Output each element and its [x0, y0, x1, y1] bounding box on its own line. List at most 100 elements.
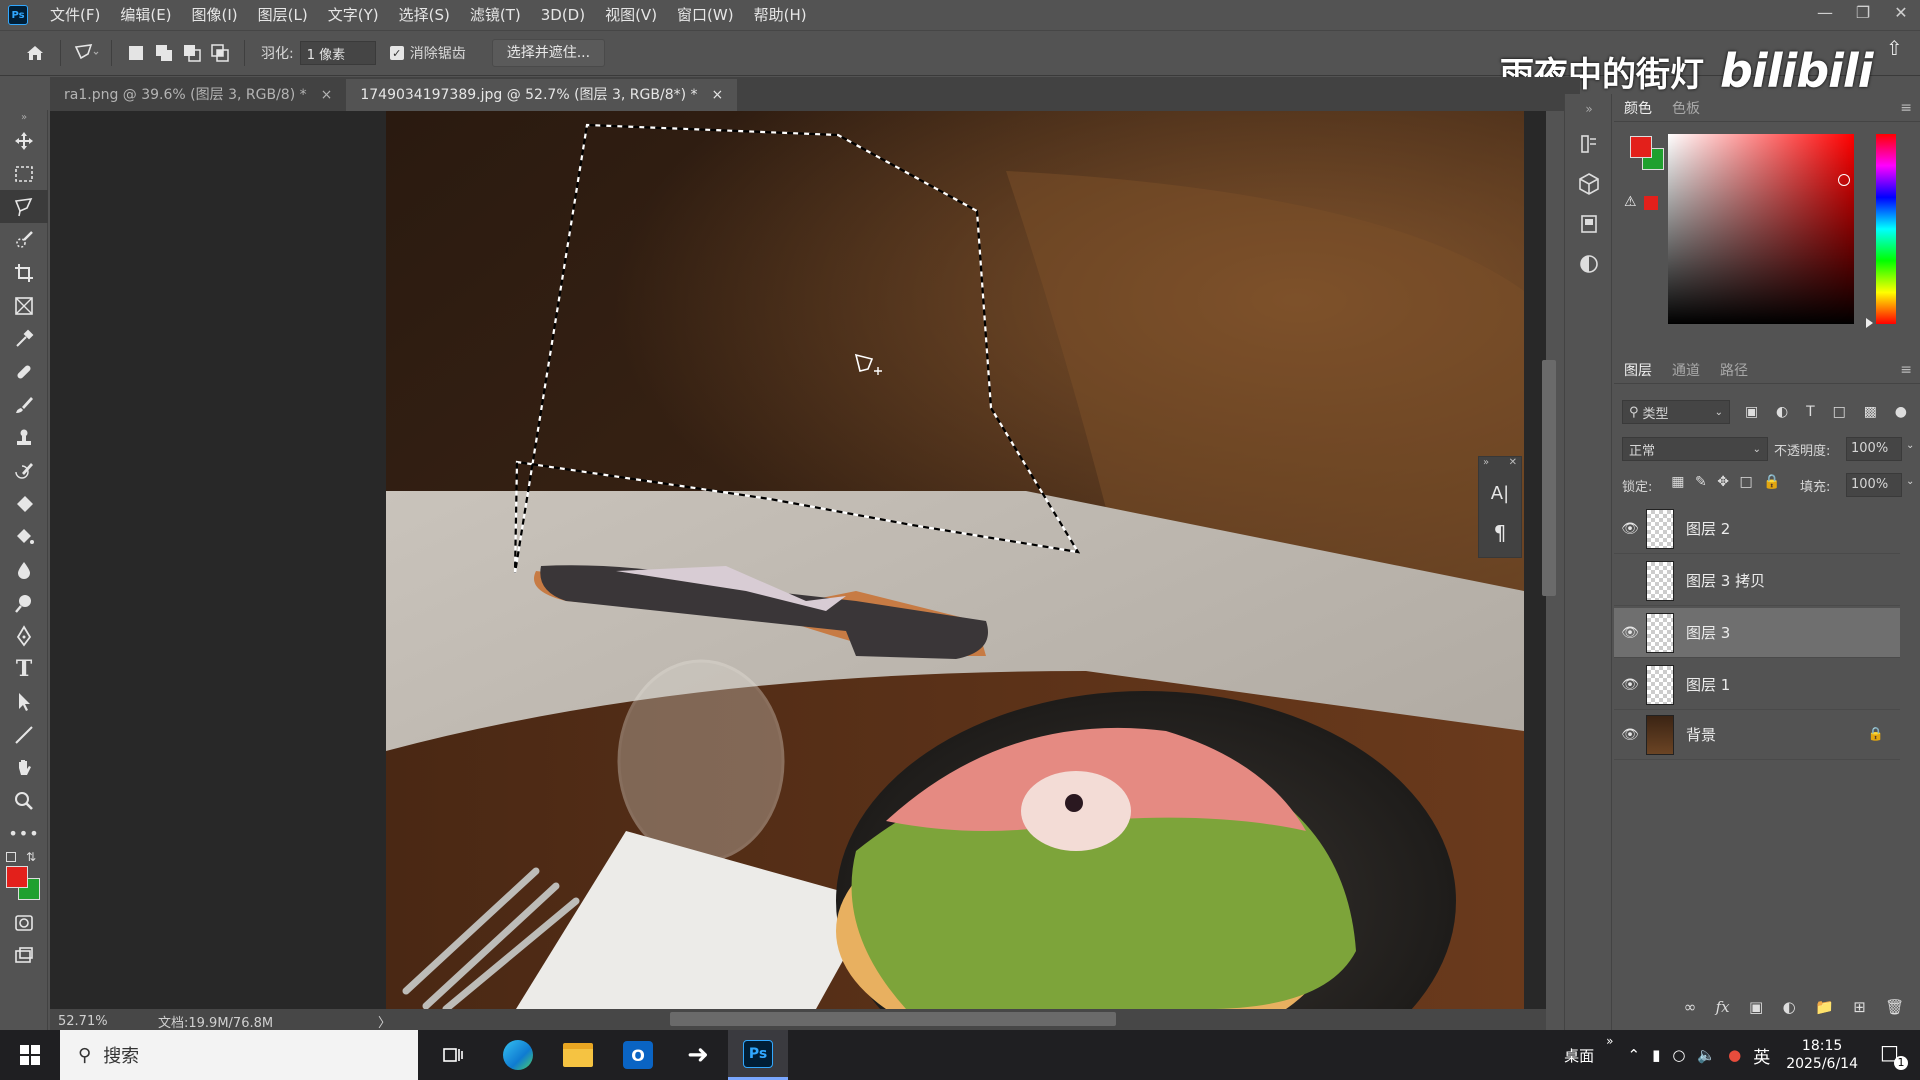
blend-mode-select[interactable]: 正常 ⌄ — [1622, 437, 1768, 461]
fill-input[interactable]: 100% — [1846, 473, 1902, 497]
document-canvas[interactable] — [386, 111, 1524, 1009]
collapse-icon[interactable]: » — [0, 110, 48, 124]
screen-mode-icon[interactable] — [0, 939, 48, 972]
add-mask-icon[interactable]: ▣ — [1749, 998, 1763, 1022]
antivirus-icon[interactable]: ● — [1728, 1046, 1741, 1064]
move-tool-icon[interactable] — [0, 124, 48, 157]
layer-filter-select[interactable]: ⚲ 类型 ⌄ — [1622, 400, 1730, 424]
color-panel-menu-icon[interactable]: ≡ — [1900, 100, 1912, 116]
canvas-area[interactable] — [50, 111, 1546, 1009]
menu-edit[interactable]: 编辑(E) — [110, 0, 181, 30]
adjustments-panel-icon[interactable] — [1565, 244, 1613, 284]
3d-panel-icon[interactable] — [1565, 164, 1613, 204]
more-tools-icon[interactable]: ••• — [0, 817, 48, 850]
ime-indicator[interactable]: 英 — [1753, 1043, 1770, 1068]
clone-stamp-tool-icon[interactable] — [0, 421, 48, 454]
vertical-scrollbar[interactable] — [1542, 360, 1556, 596]
layer-name[interactable]: 图层 3 拷贝 — [1686, 570, 1900, 591]
tab-active-document[interactable]: 1749034197389.jpg @ 52.7% (图层 3, RGB/8*)… — [346, 79, 738, 111]
share-icon[interactable]: ⇧ — [1886, 36, 1903, 60]
lock-image-icon[interactable]: ✎ — [1695, 474, 1707, 494]
visibility-eye-icon[interactable]: 👁 — [1614, 521, 1646, 537]
layer-name[interactable]: 图层 1 — [1686, 674, 1900, 695]
tab-ra1[interactable]: ra1.png @ 39.6% (图层 3, RGB/8) * × — [50, 79, 346, 111]
filter-smart-object-icon[interactable]: ▩ — [1864, 404, 1877, 420]
add-to-selection-icon[interactable] — [150, 39, 178, 67]
photoshop-logo-icon[interactable]: Ps — [8, 5, 28, 25]
visibility-eye-icon[interactable]: 👁 — [1614, 727, 1646, 743]
desktop-label[interactable]: 桌面 — [1564, 1045, 1594, 1066]
tab-paths[interactable]: 路径 — [1710, 360, 1758, 380]
color-picker-field[interactable] — [1668, 134, 1854, 324]
layer-row[interactable]: 👁 图层 1 — [1614, 660, 1900, 710]
antialias-checkbox[interactable]: ✓ — [389, 46, 404, 60]
visibility-eye-icon[interactable]: 👁 — [1614, 625, 1646, 641]
menu-type[interactable]: 文字(Y) — [318, 0, 389, 30]
visibility-eye-icon[interactable]: 👁 — [1614, 677, 1646, 693]
horizontal-scrollbar[interactable] — [670, 1012, 1116, 1026]
menu-select[interactable]: 选择(S) — [389, 0, 460, 30]
new-group-icon[interactable]: 📁 — [1815, 998, 1834, 1022]
hue-slider[interactable] — [1876, 134, 1896, 324]
quick-selection-tool-icon[interactable] — [0, 223, 48, 256]
outlook-icon[interactable]: O — [608, 1030, 668, 1080]
swap-colors-icon[interactable]: ⇅ — [26, 850, 36, 864]
tab-swatches[interactable]: 色板 — [1662, 98, 1710, 118]
opacity-chevron-icon[interactable]: ⌄ — [1906, 440, 1914, 451]
character-panel-icon[interactable]: A| — [1479, 473, 1521, 513]
task-view-icon[interactable] — [418, 1030, 488, 1080]
close-icon[interactable]: ✕ — [1882, 0, 1920, 28]
history-brush-tool-icon[interactable] — [0, 454, 48, 487]
history-panel-icon[interactable] — [1565, 124, 1613, 164]
minipanel-close-icon[interactable]: ✕ — [1509, 457, 1517, 473]
blur-tool-icon[interactable] — [0, 553, 48, 586]
taskbar-search-box[interactable]: ⚲ 搜索 — [60, 1030, 418, 1080]
color-picker-handle[interactable] — [1838, 174, 1850, 186]
edge-browser-icon[interactable] — [488, 1030, 548, 1080]
filter-pixel-icon[interactable]: ▣ — [1745, 404, 1758, 420]
paragraph-panel-icon[interactable]: ¶ — [1479, 513, 1521, 553]
opacity-input[interactable]: 100% — [1846, 437, 1902, 461]
lock-artboard-icon[interactable]: □ — [1740, 474, 1753, 494]
filter-shape-icon[interactable]: □ — [1833, 404, 1846, 420]
gamut-warning-icon[interactable]: ⚠ — [1624, 194, 1637, 210]
adjustment-layer-icon[interactable]: ◐ — [1783, 998, 1796, 1022]
default-colors-icon[interactable] — [6, 852, 16, 862]
layer-name[interactable]: 背景 — [1686, 724, 1868, 745]
notification-center-icon[interactable]: □ 1 — [1880, 1040, 1908, 1070]
panel-foreground-swatch[interactable] — [1630, 136, 1652, 158]
zoom-tool-icon[interactable] — [0, 784, 48, 817]
zoom-level[interactable]: 52.71% — [58, 1014, 148, 1029]
clock[interactable]: 18:15 2025/6/14 — [1786, 1037, 1858, 1073]
hue-slider-handle[interactable] — [1866, 318, 1873, 328]
status-menu-icon[interactable]: 〉 — [378, 1012, 391, 1031]
marquee-tool-icon[interactable] — [0, 157, 48, 190]
tray-expand-chevron-icon[interactable]: ⌃ — [1627, 1046, 1640, 1064]
paint-bucket-tool-icon[interactable] — [0, 520, 48, 553]
tab-layers[interactable]: 图层 — [1614, 360, 1662, 380]
foreground-color-swatch[interactable] — [6, 866, 28, 888]
menu-layer[interactable]: 图层(L) — [248, 0, 318, 30]
menu-window[interactable]: 窗口(W) — [667, 0, 744, 30]
layer-row[interactable]: 👁 图层 2 — [1614, 504, 1900, 554]
volume-icon[interactable]: 🔈 — [1697, 1046, 1716, 1064]
eyedropper-tool-icon[interactable] — [0, 322, 48, 355]
toolbar-expand-icon[interactable]: » — [1606, 1034, 1613, 1048]
minimize-icon[interactable]: — — [1806, 0, 1844, 28]
line-tool-icon[interactable] — [0, 718, 48, 751]
healing-brush-tool-icon[interactable] — [0, 355, 48, 388]
battery-icon[interactable]: ▮ — [1652, 1046, 1660, 1064]
menu-image[interactable]: 图像(I) — [182, 0, 248, 30]
intersect-selection-icon[interactable] — [206, 39, 234, 67]
frame-tool-icon[interactable] — [0, 289, 48, 322]
lock-transparent-icon[interactable]: ▦ — [1671, 474, 1684, 494]
menu-view[interactable]: 视图(V) — [595, 0, 667, 30]
type-tool-icon[interactable]: T — [0, 652, 48, 685]
polygonal-lasso-tool-icon[interactable] — [0, 190, 48, 223]
menu-help[interactable]: 帮助(H) — [744, 0, 817, 30]
lightning-app-icon[interactable]: ➜ — [668, 1030, 728, 1080]
quick-mask-icon[interactable] — [0, 906, 48, 939]
eraser-tool-icon[interactable] — [0, 487, 48, 520]
layer-name[interactable]: 图层 2 — [1686, 518, 1900, 539]
select-and-mask-button[interactable]: 选择并遮住... — [491, 39, 606, 67]
